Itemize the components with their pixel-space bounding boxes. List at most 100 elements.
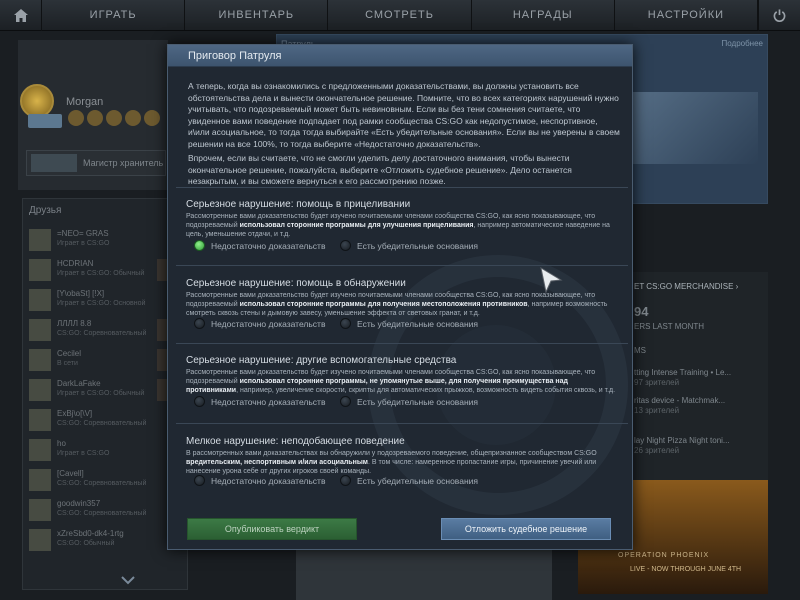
friend-status: Играет в CS:GO (57, 240, 110, 247)
medal-icon (125, 110, 141, 126)
radio-unselected-icon (194, 475, 205, 486)
friend-name: Cecilel (57, 349, 82, 358)
stream-viewers: 13 зрителей (634, 406, 680, 415)
power-button[interactable] (758, 0, 800, 31)
mouse-cursor-icon (540, 266, 563, 294)
friend-name: DarkLaFake (57, 379, 101, 388)
friend-item[interactable]: goodwin357 CS:GO: Соревновательный (27, 497, 183, 523)
radio-insufficient[interactable]: Недостаточно доказательств (194, 475, 340, 486)
nav-play[interactable]: ИГРАТЬ (42, 0, 186, 30)
home-icon (13, 9, 28, 22)
section-description: Рассмотренные вами доказательство будет … (186, 212, 616, 240)
stream-title[interactable]: ritas device - Matchmak... (634, 396, 725, 405)
stream-viewers: 97 зрителей (634, 378, 680, 387)
desc-text: В рассмотренных вами доказательствах вы … (186, 450, 597, 457)
section-description: В рассмотренных вами доказательствах вы … (186, 449, 616, 477)
nav-settings[interactable]: НАСТРОЙКИ (615, 0, 759, 30)
radio-label: Недостаточно доказательств (211, 396, 326, 407)
friend-avatar (29, 529, 51, 551)
streams-heading: MS (634, 346, 646, 355)
friend-item[interactable]: xZreSbd0-dk4-1rtg CS:GO: Обычный (27, 527, 183, 553)
friend-item[interactable]: Cecilel В сети (27, 347, 183, 373)
radio-insufficient[interactable]: Недостаточно доказательств (194, 240, 340, 251)
radio-convincing[interactable]: Есть убедительные основания (340, 240, 478, 251)
friend-avatar (29, 379, 51, 401)
friend-name: HCDRIAN (57, 259, 94, 268)
friend-item[interactable]: HCDRIAN Играет в CS:GO: Обычный (27, 257, 183, 283)
section-aim-assist: Серьезное нарушение: помощь в прицеливан… (186, 199, 616, 240)
divider (176, 187, 628, 188)
defer-decision-button[interactable]: Отложить судебное решение (441, 518, 611, 540)
section-title: Серьезное нарушение: другие вспомогатель… (186, 355, 457, 366)
friend-status: CS:GO: Обычный (57, 540, 115, 547)
radio-convincing[interactable]: Есть убедительные основания (340, 396, 478, 407)
stream-title[interactable]: tting Intense Training • Le... (634, 368, 731, 377)
radio-convincing[interactable]: Есть убедительные основания (340, 475, 478, 486)
nav-awards[interactable]: НАГРАДЫ (472, 0, 615, 30)
friend-avatar (29, 409, 51, 431)
chevron-down-icon[interactable] (120, 574, 136, 586)
nav-watch[interactable]: СМОТРЕТЬ (328, 0, 472, 30)
intro-paragraph: А теперь, когда вы ознакомились с предло… (188, 81, 620, 149)
patrol-verdict-dialog: Приговор Патруля А теперь, когда вы озна… (167, 44, 633, 550)
radio-convincing[interactable]: Есть убедительные основания (340, 318, 478, 329)
radio-unselected-icon (340, 318, 351, 329)
friend-avatar (29, 439, 51, 461)
friend-name: ExBj\o[\V] (57, 409, 93, 418)
radio-insufficient[interactable]: Недостаточно доказательств (194, 318, 340, 329)
radio-label: Есть убедительные основания (357, 475, 478, 486)
friend-status: CS:GO: Соревновательный (57, 330, 147, 337)
friend-avatar (29, 229, 51, 251)
dialog-title: Приговор Патруля (188, 50, 282, 62)
stream-title[interactable]: lay Night Pizza Night toni... (634, 436, 730, 445)
friend-item[interactable]: ExBj\o[\V] CS:GO: Соревновательный (27, 407, 183, 433)
section-title: Мелкое нарушение: неподобающее поведение (186, 436, 405, 447)
friend-status: CS:GO: Соревновательный (57, 480, 147, 487)
divider (176, 343, 628, 344)
friend-item[interactable]: [Cavell] CS:GO: Соревновательный (27, 467, 183, 493)
rank-badge (28, 114, 62, 128)
nav-inventory[interactable]: ИНВЕНТАРЬ (185, 0, 329, 30)
friend-item[interactable]: ho Играет в CS:GO (27, 437, 183, 463)
friend-avatar (29, 499, 51, 521)
radio-insufficient[interactable]: Недостаточно доказательств (194, 396, 340, 407)
radio-label: Недостаточно доказательств (211, 318, 326, 329)
news-more-link[interactable]: Подробнее (722, 39, 764, 48)
friend-avatar (29, 349, 51, 371)
medal-icon (106, 110, 122, 126)
showcase-weapon[interactable]: Магистр хранитель (26, 150, 166, 176)
medal-row (68, 110, 160, 126)
friends-panel: Друзья =NEO= GRAS Играет в CS:GO HCDRIAN… (22, 198, 188, 590)
friend-name: =NEO= GRAS (57, 229, 109, 238)
friend-name: ЛЛЛЛ 8.8 (57, 319, 92, 328)
friend-item[interactable]: DarkLaFake Играет в CS:GO: Обычный (27, 377, 183, 403)
friend-item[interactable]: ЛЛЛЛ 8.8 CS:GO: Соревновательный (27, 317, 183, 343)
friend-name: ho (57, 439, 66, 448)
friend-name: xZreSbd0-dk4-1rtg (57, 529, 124, 538)
radio-selected-icon (194, 240, 205, 251)
profile-name[interactable]: Morgan (66, 96, 103, 108)
radio-unselected-icon (194, 318, 205, 329)
verdict-options-aim: Недостаточно доказательств Есть убедител… (194, 240, 478, 251)
weapon-label: Магистр хранитель (83, 158, 164, 168)
promo-title: OPERATION PHOENIX (618, 552, 710, 559)
radio-label: Есть убедительные основания (357, 240, 478, 251)
intro-paragraph-2: Впрочем, если вы считаете, что не смогли… (188, 153, 572, 187)
friend-avatar (29, 259, 51, 281)
friend-status: CS:GO: Соревновательный (57, 420, 147, 427)
merch-link[interactable]: ET CS:GO MERCHANDISE › (634, 282, 738, 291)
publish-verdict-button[interactable]: Опубликовать вердикт (187, 518, 357, 540)
radio-unselected-icon (340, 475, 351, 486)
friend-item[interactable]: =NEO= GRAS Играет в CS:GO (27, 227, 183, 253)
friend-status: CS:GO: Соревновательный (57, 510, 147, 517)
avatar[interactable] (20, 84, 54, 118)
radio-label: Недостаточно доказательств (211, 475, 326, 486)
medal-icon (144, 110, 160, 126)
desc-bold: использовал сторонние программы для полу… (239, 301, 528, 309)
home-button[interactable] (0, 0, 42, 31)
friend-status: Играет в CS:GO: Обычный (57, 270, 145, 277)
friend-status: В сети (57, 360, 78, 367)
friend-item[interactable]: [Y\obaSt] [!X] Играет в CS:GO: Основной (27, 287, 183, 313)
radio-unselected-icon (340, 240, 351, 251)
radio-label: Недостаточно доказательств (211, 240, 326, 251)
